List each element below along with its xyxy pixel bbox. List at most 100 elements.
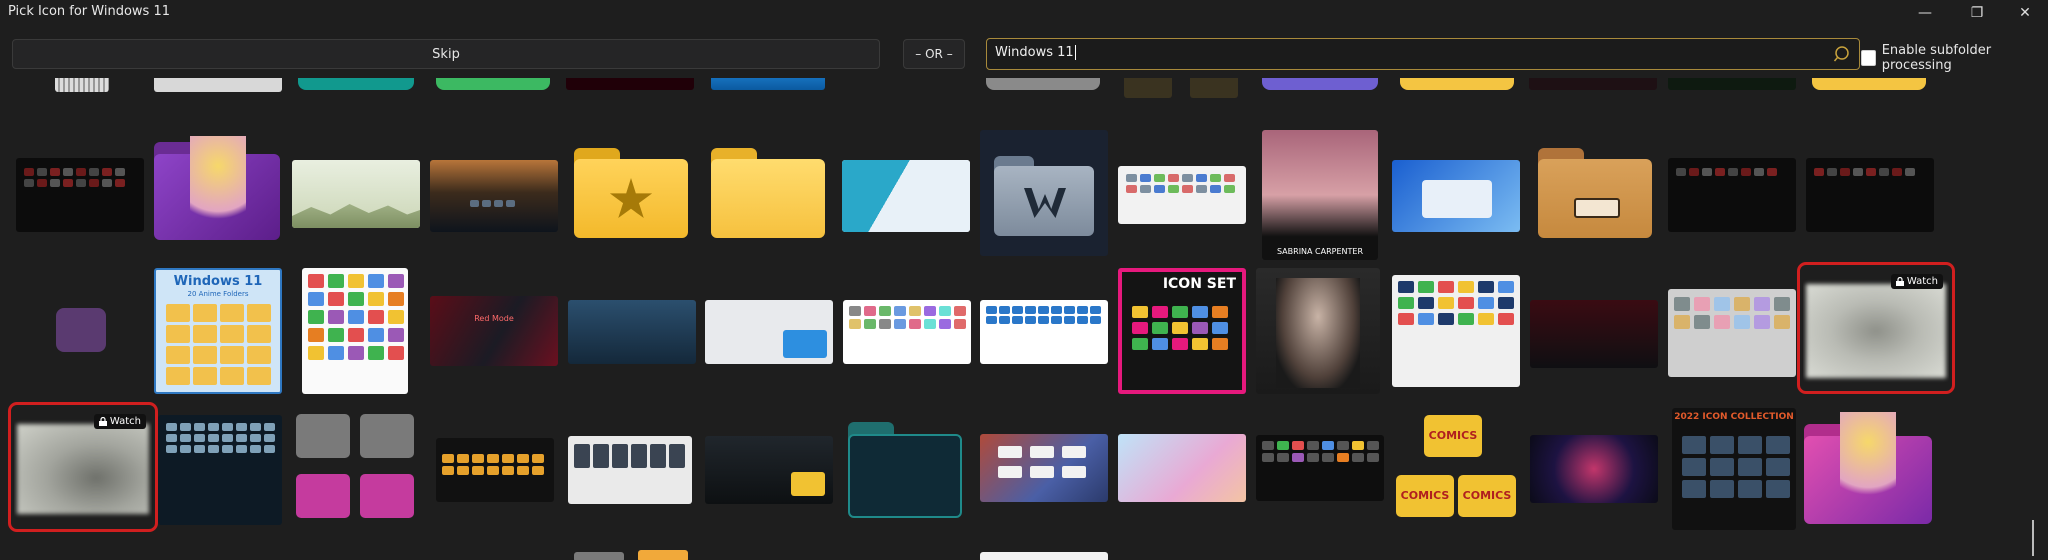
- tile-caption: 2022 ICON COLLECTION: [1674, 412, 1794, 422]
- icon-tile[interactable]: [1812, 78, 1926, 90]
- icon-tile[interactable]: [1529, 78, 1657, 90]
- folder-w-icon: [994, 156, 1094, 236]
- close-button[interactable]: ✕: [2002, 0, 2048, 26]
- icon-tile[interactable]: [842, 160, 970, 232]
- icon-tile[interactable]: [298, 78, 414, 90]
- icon-tile[interactable]: [711, 78, 825, 90]
- folder-icon: [360, 474, 414, 518]
- search-box[interactable]: Windows 11: [986, 38, 1860, 70]
- search-value: Windows 11: [995, 45, 1074, 60]
- watch-badge[interactable]: Watch: [1890, 274, 1943, 289]
- tile-title: Windows 11: [173, 274, 263, 289]
- folder-preview: [1132, 306, 1228, 350]
- icon-tile[interactable]: [574, 148, 688, 238]
- icon-tile[interactable]: [1668, 78, 1796, 90]
- poster-art: [1276, 278, 1360, 388]
- icon-tile[interactable]: [843, 300, 971, 364]
- icon-tile[interactable]: [436, 438, 554, 502]
- search-icon[interactable]: [1833, 45, 1851, 63]
- title-bar: Pick Icon for Windows 11 — ❐ ✕: [0, 0, 2048, 26]
- icon-tile[interactable]: [566, 78, 694, 90]
- folder-preview: [1126, 174, 1235, 193]
- icon-tile[interactable]: [1804, 408, 1932, 530]
- icon-tile[interactable]: [158, 415, 282, 525]
- preview-art: [842, 160, 970, 232]
- skip-label: Skip: [432, 46, 460, 62]
- subfolder-checkbox[interactable]: [1861, 50, 1876, 66]
- icon-tile[interactable]: [56, 308, 106, 352]
- folder-icon: [791, 472, 825, 496]
- icon-tile[interactable]: [430, 160, 558, 232]
- icon-tile[interactable]: [980, 552, 1108, 560]
- icon-tile[interactable]: ICON SET: [1118, 268, 1246, 394]
- icon-tile-watch[interactable]: Watch: [8, 402, 158, 532]
- label-slot: [1574, 198, 1620, 218]
- icon-tile[interactable]: [292, 160, 420, 228]
- icon-tile[interactable]: [1392, 160, 1520, 232]
- icon-tile[interactable]: [1392, 275, 1520, 387]
- icon-tile[interactable]: [1400, 78, 1514, 90]
- icon-tile[interactable]: [55, 78, 109, 92]
- icon-tile[interactable]: [302, 268, 408, 394]
- icon-tile[interactable]: [1190, 78, 1238, 98]
- icon-tile[interactable]: [1538, 148, 1652, 238]
- watch-badge[interactable]: Watch: [93, 414, 146, 429]
- icon-tile[interactable]: [705, 436, 833, 504]
- window-preview: [1422, 180, 1492, 218]
- icon-tile[interactable]: SABRINA CARPENTER: [1262, 130, 1378, 260]
- folder-preview: [308, 274, 404, 360]
- icon-tile[interactable]: [638, 550, 688, 560]
- icon-tile[interactable]: COMICS COMICS COMICS: [1392, 413, 1520, 525]
- folder-preview: [1676, 168, 1777, 176]
- minimize-icon: —: [1918, 5, 1932, 21]
- icon-tile[interactable]: [1118, 166, 1246, 224]
- icon-tile[interactable]: [568, 300, 696, 364]
- icon-tile[interactable]: [16, 158, 144, 232]
- icon-tile[interactable]: [436, 78, 550, 90]
- tile-caption: SABRINA CARPENTER: [1276, 247, 1364, 256]
- icon-tile[interactable]: [1118, 434, 1246, 502]
- icon-tile[interactable]: [986, 78, 1100, 90]
- folder-preview: [470, 200, 515, 207]
- skip-button[interactable]: Skip: [12, 39, 880, 69]
- folder-preview: [166, 423, 275, 453]
- comics-folder-icon: COMICS: [1396, 475, 1454, 517]
- icon-tile[interactable]: [294, 414, 418, 526]
- icon-tile[interactable]: [1530, 300, 1658, 368]
- search-input[interactable]: Windows 11: [995, 45, 1076, 60]
- icon-tile[interactable]: Red Mode: [430, 296, 558, 366]
- or-button[interactable]: – OR –: [903, 39, 965, 69]
- vertical-scrollbar[interactable]: [2032, 520, 2034, 556]
- subfolder-toggle[interactable]: Enable subfolder processing: [1861, 43, 2048, 73]
- icon-tile[interactable]: [1256, 268, 1380, 394]
- icon-tile[interactable]: [980, 130, 1108, 256]
- icon-tile[interactable]: [1668, 289, 1796, 377]
- icon-tile[interactable]: [1256, 435, 1384, 501]
- icon-tile[interactable]: [1262, 78, 1378, 90]
- icon-tile[interactable]: [154, 78, 282, 92]
- lock-icon: [98, 417, 107, 426]
- minimize-button[interactable]: —: [1902, 0, 1948, 26]
- icon-tile[interactable]: [1806, 158, 1934, 232]
- icon-tile[interactable]: [705, 300, 833, 364]
- folder-icon: [711, 148, 825, 238]
- icon-tile-watch[interactable]: Watch: [1797, 262, 1955, 394]
- text-caret: [1074, 45, 1076, 60]
- icon-tile[interactable]: 2022 ICON COLLECTION: [1672, 408, 1796, 530]
- icon-tile[interactable]: [1668, 158, 1796, 232]
- mountain-art: [292, 204, 420, 228]
- icon-tile[interactable]: [1124, 78, 1172, 98]
- folder-preview: [849, 306, 966, 329]
- icon-tile[interactable]: [980, 434, 1108, 502]
- icon-tile[interactable]: Windows 11 20 Anime Folders: [154, 268, 282, 394]
- icon-tile[interactable]: [568, 436, 692, 504]
- icon-tile[interactable]: [848, 422, 962, 518]
- icon-tile[interactable]: [711, 148, 825, 238]
- icon-tile[interactable]: [154, 130, 282, 250]
- maximize-button[interactable]: ❐: [1954, 0, 2000, 26]
- blurred-thumbnail: [17, 424, 149, 514]
- folder-icon: [783, 330, 827, 358]
- icon-tile[interactable]: [980, 300, 1108, 364]
- icon-tile[interactable]: [1530, 435, 1658, 503]
- icon-tile[interactable]: [574, 552, 624, 560]
